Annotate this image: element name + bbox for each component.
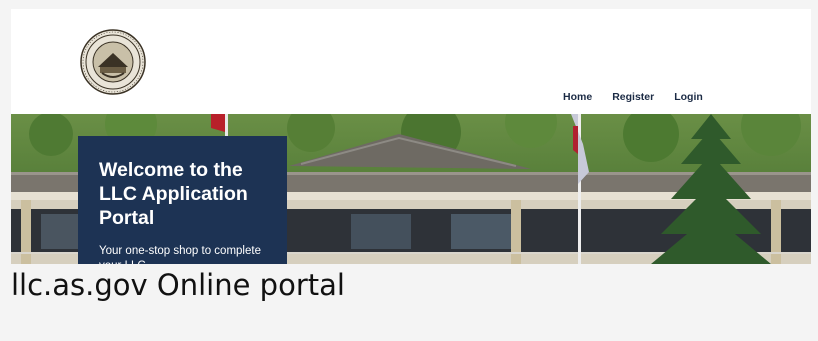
welcome-card: Welcome to the LLC Application Portal Yo… <box>78 136 287 264</box>
government-seal-logo[interactable] <box>80 29 146 95</box>
welcome-subtitle: Your one-stop shop to complete your LLC <box>99 245 261 264</box>
main-nav: Home Register Login <box>563 91 703 103</box>
nav-home-link[interactable]: Home <box>563 91 592 103</box>
page-caption: llc.as.gov Online portal <box>11 268 345 302</box>
browser-page: Home Register Login Welcome to the LLC A… <box>11 9 811 264</box>
nav-register-link[interactable]: Register <box>612 91 654 103</box>
nav-login-link[interactable]: Login <box>674 91 703 103</box>
site-header: Home Register Login <box>11 9 811 114</box>
welcome-heading: Welcome to the LLC Application Portal <box>99 159 248 229</box>
hero-banner: Welcome to the LLC Application Portal Yo… <box>11 114 811 264</box>
